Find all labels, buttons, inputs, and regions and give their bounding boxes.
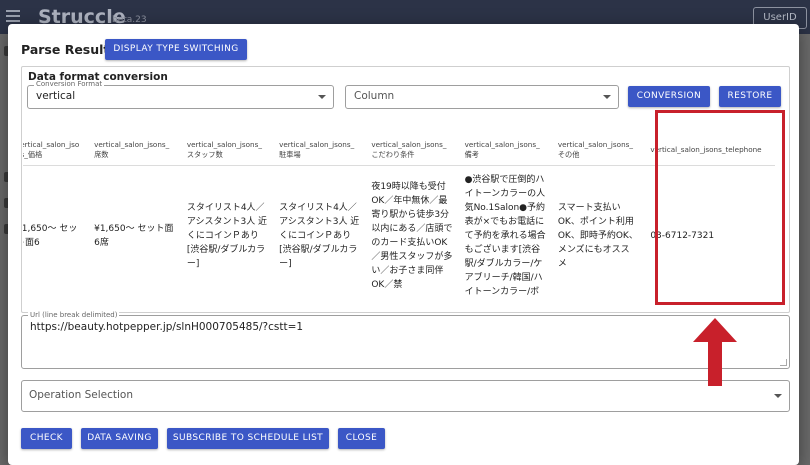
column-header[interactable]: vertical_salon_jsons_スタッフ数	[180, 135, 274, 166]
table-cell: ¥1,650～ セット面6	[23, 166, 88, 307]
conversion-button[interactable]: CONVERSION	[628, 86, 710, 107]
conversion-format-label: Conversion Format	[34, 80, 105, 89]
cell-value: ●渋谷駅で圧倒的ハイトーンカラーの人気No.1Salon●予約表が×でもお電話に…	[464, 175, 546, 297]
dialog-title: Parse Result	[21, 42, 110, 57]
table-cell: ●渋谷駅で圧倒的ハイトーンカラーの人気No.1Salon●予約表が×でもお電話に…	[459, 166, 552, 307]
close-button[interactable]: CLOSE	[338, 428, 385, 449]
table-cell: 夜19時以降も受付OK／年中無休／最寄り駅から徒歩3分以内にある／店頭でのカード…	[365, 166, 458, 307]
column-header[interactable]: vertical_salon_jsons_その他	[551, 135, 645, 166]
column-header[interactable]: vertical_salon_jsons_席数	[88, 135, 181, 166]
data-saving-button[interactable]: DATA SAVING	[81, 428, 158, 449]
table-cell: スマート支払いOK、ポイント利用OK、即時予約OK、メンズにもオススメ	[552, 166, 644, 307]
operation-placeholder: Operation Selection	[29, 389, 133, 401]
subscribe-schedule-list-button[interactable]: SUBSCRIBE TO SCHEDULE LIST	[167, 428, 329, 449]
arrow-up-icon	[693, 318, 737, 386]
operation-select[interactable]: Operation Selection	[21, 380, 790, 412]
cell-value: ¥1,650～ セット面6席	[94, 224, 174, 248]
cell-value: スタイリスト4人／アシスタント3人 近くにコインＰあり[渋谷駅/ダブルカラー]	[279, 203, 360, 269]
restore-button[interactable]: RESTORE	[719, 86, 781, 107]
table-cell: ¥1,650～ セット面6席	[88, 166, 181, 307]
column-select[interactable]: Column	[345, 85, 619, 109]
display-type-switching-button[interactable]: DISPLAY TYPE SWITCHING	[105, 39, 247, 60]
url-textarea[interactable]: Url (line break delimited) https://beaut…	[21, 311, 790, 369]
column-header[interactable]: vertical_salon_jsons_価格	[23, 135, 89, 166]
column-header[interactable]: vertical_salon_jsons_駐車場	[273, 135, 366, 166]
chevron-down-icon	[318, 95, 326, 99]
resize-handle-icon[interactable]	[780, 359, 787, 366]
column-placeholder: Column	[354, 90, 395, 102]
menu-icon[interactable]	[6, 10, 20, 22]
url-value: https://beauty.hotpepper.jp/slnH00070548…	[30, 321, 304, 333]
check-button[interactable]: CHECK	[21, 428, 72, 449]
cell-value: スマート支払いOK、ポイント利用OK、即時予約OK、メンズにもオススメ	[557, 203, 638, 269]
table-cell: スタイリスト4人／アシスタント3人 近くにコインＰあり[渋谷駅/ダブルカラー]	[273, 166, 365, 307]
column-header[interactable]: vertical_salon_jsons_こだわり条件	[365, 135, 459, 166]
chevron-down-icon	[603, 95, 611, 99]
cell-value: 夜19時以降も受付OK／年中無休／最寄り駅から徒歩3分以内にある／店頭でのカード…	[371, 182, 453, 290]
cell-value: ¥1,650～ セット面6	[23, 224, 78, 248]
conversion-format-select[interactable]: Conversion Format vertical	[27, 80, 334, 109]
cell-value: スタイリスト4人／アシスタント3人 近くにコインＰあり[渋谷駅/ダブルカラー]	[186, 203, 268, 269]
chevron-down-icon	[774, 394, 782, 398]
table-cell: スタイリスト4人／アシスタント3人 近くにコインＰあり[渋谷駅/ダブルカラー]	[181, 166, 273, 307]
column-header[interactable]: vertical_salon_jsons_備考	[458, 135, 552, 166]
conversion-format-value: vertical	[36, 90, 76, 102]
url-label: Url (line break delimited)	[28, 311, 120, 320]
highlight-box	[655, 110, 785, 305]
